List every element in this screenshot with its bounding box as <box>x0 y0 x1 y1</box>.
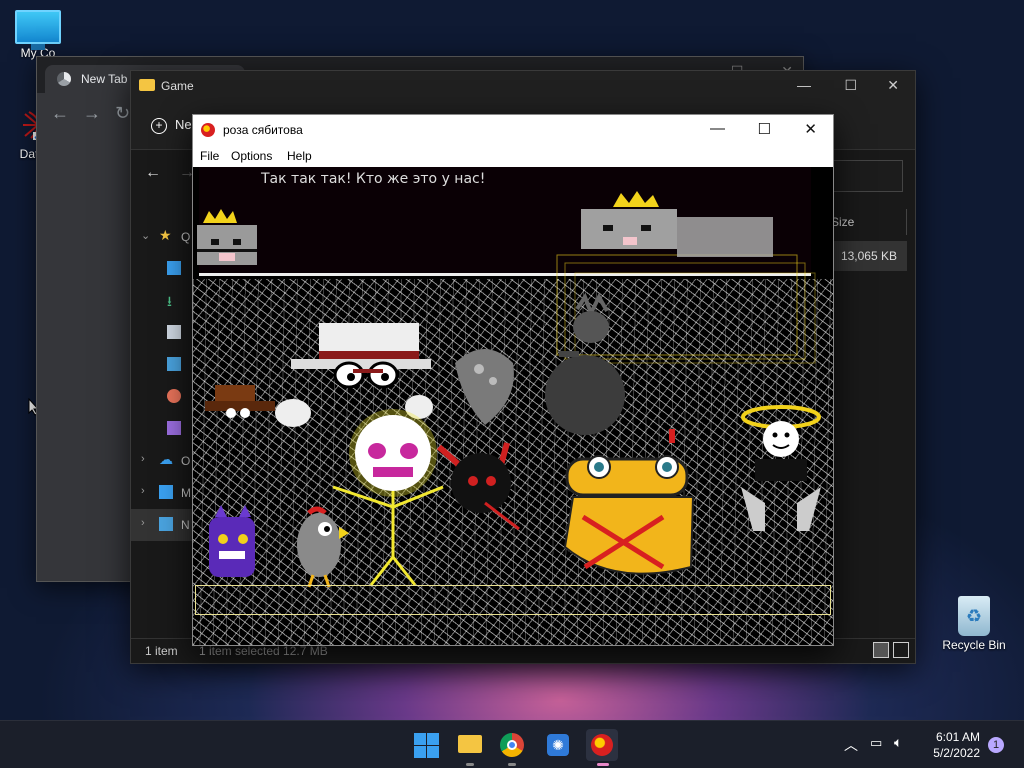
sidebar-item-quick-access[interactable]: ⌄ ★ Q <box>131 221 195 253</box>
sidebar-item-documents[interactable] <box>131 317 195 349</box>
sidebar-item-this-pc[interactable]: › M <box>131 477 195 509</box>
game-app-icon <box>201 123 215 137</box>
yellow-duck-robot-sprite <box>563 429 695 575</box>
game-canvas[interactable]: Так так так! Кто же это у нас! <box>193 167 833 645</box>
menu-file[interactable]: File <box>200 149 219 163</box>
clock[interactable]: 6:01 AM 5/2/2022 <box>933 729 980 761</box>
network-icon <box>159 517 173 531</box>
chevron-right-icon: › <box>141 517 145 529</box>
taskbar: ✺ ︿ ▭ 🔈︎ 6:01 AM 5/2/2022 1 <box>0 720 1024 768</box>
column-header-size[interactable]: Size <box>823 209 907 235</box>
chrome-tab-title: New Tab <box>81 72 128 86</box>
running-indicator <box>466 763 474 766</box>
sidebar-item-label: M <box>181 486 191 500</box>
status-item-count: 1 item <box>145 644 178 658</box>
sidebar-item-network[interactable]: › N <box>131 509 195 541</box>
picture-icon <box>167 357 181 371</box>
taskbar-chrome[interactable] <box>498 731 526 766</box>
explorer-sidebar: ⌄ ★ Q ⭳ › ☁ O › M › N <box>131 221 195 541</box>
back-arrow-icon[interactable]: ← <box>145 164 161 182</box>
new-button-label: Ne <box>175 117 192 132</box>
explorer-titlebar: Game — ☐ ✕ <box>131 71 915 103</box>
grey-blob-sprite <box>455 349 514 425</box>
computer-icon <box>159 485 173 499</box>
sidebar-item-label: N <box>181 518 190 532</box>
desktop-icon-label: Recycle Bin <box>942 638 1006 652</box>
game-titlebar: роза сябитова — ☐ ✕ <box>193 115 833 145</box>
black-devil-sprite <box>437 442 520 531</box>
forward-arrow-icon[interactable]: → <box>83 103 101 124</box>
sidebar-item-pictures[interactable] <box>131 349 195 381</box>
chevron-down-icon: ⌄ <box>141 230 151 242</box>
sidebar-item-onedrive[interactable]: › ☁ O <box>131 445 195 477</box>
minimize-icon[interactable]: — <box>710 120 725 137</box>
desktop-icon-recycle-bin[interactable]: ♻ Recycle Bin <box>936 596 1012 652</box>
recycle-bin-icon: ♻ <box>958 596 990 636</box>
game-sprites <box>197 191 821 588</box>
game-menubar: File Options Help <box>193 145 833 167</box>
desktop-icon-my-computer[interactable]: My Co <box>0 10 76 60</box>
game-app-icon <box>591 734 613 756</box>
floor-panel <box>195 585 831 615</box>
folder-icon <box>458 735 482 753</box>
purple-cat-sprite <box>209 505 255 577</box>
folder-icon <box>139 79 155 91</box>
maximize-icon[interactable]: ☐ <box>758 120 771 138</box>
chrome-icon-center <box>507 740 517 750</box>
menu-options[interactable]: Options <box>231 149 272 163</box>
explorer-title: Game <box>161 79 194 93</box>
taskbar-game[interactable] <box>586 729 618 766</box>
tiles-view-icon[interactable] <box>893 642 909 658</box>
download-icon: ⭳ <box>167 293 172 309</box>
close-icon[interactable]: ✕ <box>804 120 817 138</box>
reload-icon[interactable]: ↻ <box>115 103 130 124</box>
active-indicator <box>597 763 609 766</box>
video-icon <box>167 421 181 435</box>
sidebar-item-desktop[interactable] <box>131 253 195 285</box>
status-selected: 1 item selected 12.7 MB <box>199 644 328 658</box>
start-button[interactable] <box>412 731 440 759</box>
chevron-right-icon: › <box>141 485 145 497</box>
sidebar-item-music[interactable] <box>131 381 195 413</box>
chrome-icon <box>57 72 71 86</box>
halo-smiley-sprite <box>741 405 821 531</box>
crowned-cat-sprite <box>197 209 257 265</box>
chevron-up-icon[interactable]: ︿ <box>844 735 858 755</box>
blue-app-icon: ✺ <box>547 734 569 756</box>
sidebar-item-label: Q <box>181 230 191 244</box>
computer-icon <box>15 10 61 50</box>
details-view-icon[interactable] <box>873 642 889 658</box>
cloud-icon: ☁ <box>159 451 173 467</box>
running-indicator <box>508 763 516 766</box>
view-toggle <box>869 642 909 661</box>
music-icon <box>167 389 181 403</box>
chevron-right-icon: › <box>141 453 145 465</box>
desktop-icon <box>167 261 181 275</box>
clock-time: 6:01 AM <box>935 730 980 744</box>
sidebar-item-downloads[interactable]: ⭳ <box>131 285 195 317</box>
sidebar-item-label: O <box>181 454 191 468</box>
grey-chicken-sprite <box>297 506 349 588</box>
clock-date: 5/2/2022 <box>933 746 980 760</box>
menu-help[interactable]: Help <box>287 149 312 163</box>
game-window[interactable]: роза сябитова — ☐ ✕ File Options Help Та… <box>192 114 834 646</box>
new-button[interactable]: + Ne <box>151 117 192 134</box>
document-icon <box>167 325 181 339</box>
game-title: роза сябитова <box>223 123 303 137</box>
back-arrow-icon[interactable]: ← <box>51 103 69 124</box>
white-hat-face-sprite <box>291 323 431 389</box>
taskbar-app[interactable]: ✺ <box>544 731 572 759</box>
file-size-cell[interactable]: 13,065 KB <box>823 241 907 271</box>
close-icon[interactable]: ✕ <box>887 77 899 94</box>
network-icon[interactable]: ▭ <box>870 735 882 751</box>
taskbar-explorer[interactable] <box>456 731 484 766</box>
sidebar-item-videos[interactable] <box>131 413 195 445</box>
maximize-icon[interactable]: ☐ <box>844 77 857 94</box>
volume-icon[interactable]: 🔈︎ <box>894 734 902 751</box>
star-icon: ★ <box>159 227 172 243</box>
plus-circle-icon: + <box>151 118 167 134</box>
minimize-icon[interactable]: — <box>797 77 811 93</box>
notification-badge[interactable]: 1 <box>988 737 1004 753</box>
glowing-stickman-sprite <box>332 409 444 586</box>
